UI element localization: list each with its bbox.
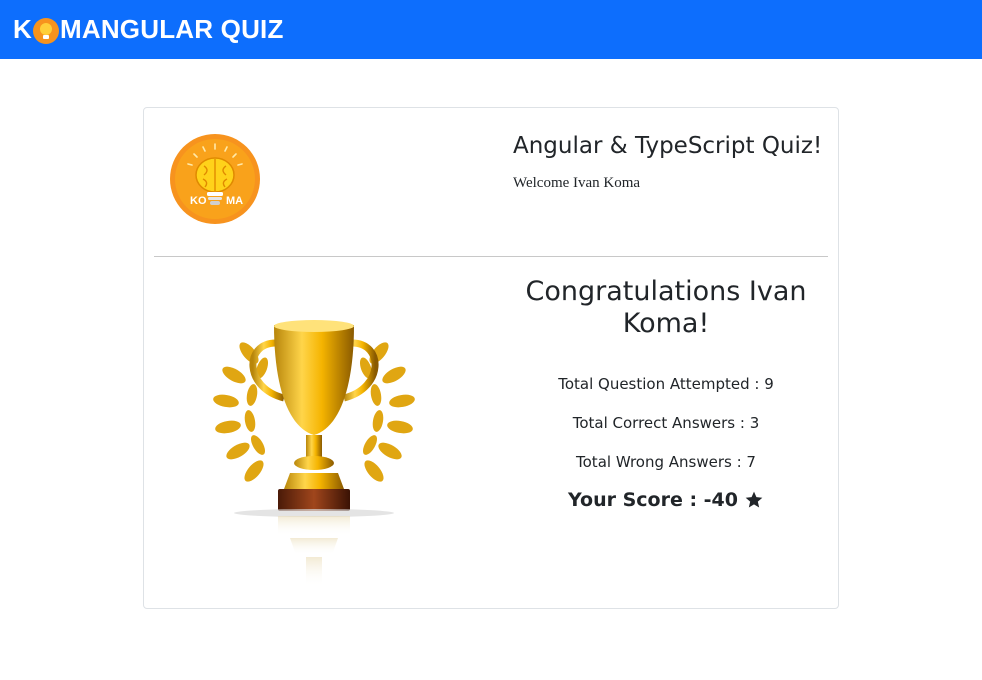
top-navbar: K MANGULAR QUIZ	[0, 0, 982, 59]
logo-right-text: MA	[226, 195, 243, 207]
trophy-image	[213, 320, 415, 587]
brand-prefix: K	[13, 14, 32, 44]
welcome-message: Welcome Ivan Koma	[513, 175, 641, 191]
total-attempted: Total Question Attempted : 9	[558, 375, 774, 393]
result-panel: Congratulations Ivan Koma! Total Questio…	[514, 276, 818, 511]
score-text: Your Score : -40	[568, 489, 738, 511]
score-line: Your Score : -40	[514, 489, 818, 511]
logo-left-text: KO	[190, 195, 207, 207]
brain-bulb-logo: KO MA	[170, 134, 260, 224]
quiz-result-card: KO MA Angular & TypeScript Quiz! Welcome…	[143, 107, 839, 609]
star-icon	[745, 491, 763, 508]
total-correct: Total Correct Answers : 3	[572, 414, 760, 432]
brand-link[interactable]: K MANGULAR QUIZ	[13, 14, 284, 45]
congratulations-heading: Congratulations Ivan Koma!	[525, 276, 807, 339]
bulb-o-icon	[32, 17, 59, 44]
total-wrong: Total Wrong Answers : 7	[576, 453, 756, 471]
divider	[154, 256, 828, 257]
quiz-title: Angular & TypeScript Quiz!	[513, 133, 823, 159]
brand-suffix: MANGULAR QUIZ	[59, 14, 284, 44]
